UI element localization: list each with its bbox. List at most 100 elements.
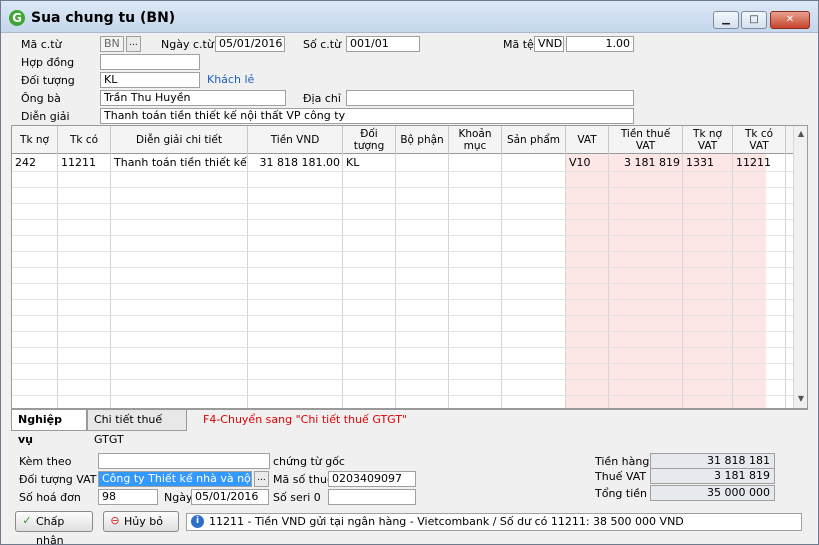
close-button[interactable]: ✕	[770, 11, 810, 29]
so-seri-label: Số seri 0	[273, 491, 321, 504]
ty-gia-field[interactable]: 1.00	[566, 36, 634, 52]
window-title: Sua chung tu (BN)	[31, 10, 176, 26]
ma-so-thue-label: Mã số thuế	[273, 473, 334, 486]
ngay-ct-label: Ngày c.từ	[161, 38, 214, 51]
voucher-edit-window: G Sua chung tu (BN) ▁ □ ✕ Mã c.từ BN ...…	[0, 0, 819, 545]
hop-dong-label: Hợp đồng	[21, 56, 75, 69]
vat-columns-highlight	[566, 154, 766, 408]
title-bar[interactable]: G Sua chung tu (BN) ▁ □ ✕	[1, 1, 818, 33]
grid-col-divider	[565, 154, 566, 408]
so-ct-field[interactable]: 001/01	[346, 36, 420, 52]
doi-tuong-name-link[interactable]: Khách lẻ	[207, 73, 254, 86]
ma-so-thue-field[interactable]: 0203409097	[328, 471, 416, 487]
col-header-vat[interactable]: VAT	[566, 126, 609, 154]
col-header-tk-co-vat[interactable]: Tk có VAT	[733, 126, 786, 154]
cancel-icon: ⊖	[110, 514, 120, 527]
grid-row-line	[12, 395, 795, 396]
cell-tk-co-vat[interactable]: 11211	[734, 155, 785, 171]
scroll-up-arrow-icon[interactable]: ▲	[794, 129, 807, 138]
grid-col-divider	[732, 154, 733, 408]
info-icon: i	[191, 515, 204, 528]
tien-hang-value: 31 818 181	[650, 453, 775, 469]
grid-row-line	[12, 347, 795, 348]
grid-row-line	[12, 315, 795, 316]
col-header-tk-no-vat[interactable]: Tk nợ VAT	[683, 126, 733, 154]
tab-nghiep-vu[interactable]: Nghiệp vụ	[11, 410, 87, 446]
ma-te-field[interactable]: VND	[534, 36, 564, 52]
chung-tu-goc-label: chứng từ gốc	[273, 455, 345, 468]
dia-chi-label: Địa chỉ	[303, 92, 341, 105]
ma-te-label: Mã tệ	[503, 38, 534, 51]
cell-vat[interactable]: V10	[567, 155, 608, 171]
grid-col-divider	[57, 154, 58, 408]
ma-ct-label: Mã c.từ	[21, 38, 62, 51]
cell-tk-no[interactable]: 242	[13, 155, 57, 171]
cell-khoan-muc[interactable]	[450, 155, 501, 171]
doi-tuong-vat-field[interactable]: Công ty Thiết kế nhà và nội thất	[98, 471, 252, 487]
grid-row-line	[12, 363, 795, 364]
cell-tk-co[interactable]: 11211	[59, 155, 110, 171]
ngay-hoa-don-field[interactable]: 05/01/2016	[191, 489, 269, 505]
col-header-tien-vnd[interactable]: Tiền VND	[248, 126, 343, 154]
voucher-detail-grid[interactable]: Tk nợ Tk có Diễn giải chi tiết Tiền VND …	[11, 125, 808, 409]
so-hoa-don-field[interactable]: 98	[98, 489, 158, 505]
grid-row-line	[12, 203, 795, 204]
ma-ct-lookup-button[interactable]: ...	[126, 36, 141, 52]
grid-row-line	[12, 187, 795, 188]
dia-chi-field[interactable]	[346, 90, 634, 106]
grid-vertical-scrollbar[interactable]: ▲ ▼	[793, 126, 807, 408]
grid-row-line	[12, 171, 795, 172]
grid-row-line	[12, 251, 795, 252]
cell-tien-vnd[interactable]: 31 818 181.00	[249, 155, 342, 171]
cell-san-pham[interactable]	[503, 155, 565, 171]
grid-row-line	[12, 299, 795, 300]
grid-col-divider	[395, 154, 396, 408]
col-header-tien-thue-vat[interactable]: Tiền thuế VAT	[609, 126, 683, 154]
cell-tien-thue-vat[interactable]: 3 181 819	[610, 155, 682, 171]
col-header-tk-no[interactable]: Tk nợ	[12, 126, 58, 154]
grid-col-divider	[682, 154, 683, 408]
col-header-san-pham[interactable]: Sản phẩm	[502, 126, 566, 154]
cancel-button-label: Hủy bỏ	[124, 515, 163, 528]
doi-tuong-label: Đối tượng	[21, 74, 75, 87]
checkmark-icon: ✓	[22, 514, 32, 527]
doi-tuong-vat-lookup-button[interactable]: ...	[254, 471, 269, 487]
accept-button-label: Chấp nhận	[36, 515, 65, 545]
grid-col-divider	[785, 154, 786, 408]
so-ct-label: Số c.từ	[303, 38, 342, 51]
ong-ba-label: Ông bà	[21, 92, 61, 105]
cell-doi-tuong[interactable]: KL	[344, 155, 395, 171]
so-seri-field[interactable]	[328, 489, 416, 505]
account-status-bar: i 11211 - Tiền VND gửi tại ngân hàng - V…	[186, 513, 802, 531]
col-header-khoan-muc[interactable]: Khoản mục	[449, 126, 502, 154]
grid-row-line	[12, 331, 795, 332]
doi-tuong-vat-label: Đối tượng VAT	[19, 473, 97, 486]
maximize-button[interactable]: □	[741, 11, 767, 29]
cell-bo-phan[interactable]	[397, 155, 448, 171]
grid-row-line	[12, 283, 795, 284]
ong-ba-field[interactable]: Trần Thu Huyền	[100, 90, 286, 106]
cell-dien-giai[interactable]: Thanh toán tiền thiết kế nội	[112, 155, 247, 171]
cell-tk-no-vat[interactable]: 1331	[684, 155, 732, 171]
tong-tien-label: Tổng tiền	[595, 487, 648, 500]
hop-dong-field[interactable]	[100, 54, 200, 70]
col-header-doi-tuong[interactable]: Đối tượng	[343, 126, 396, 154]
ma-ct-field[interactable]: BN	[100, 36, 124, 52]
grid-header: Tk nợ Tk có Diễn giải chi tiết Tiền VND …	[12, 126, 795, 154]
accept-button[interactable]: ✓ Chấp nhận	[15, 511, 93, 545]
so-hoa-don-label: Số hoá đơn	[19, 491, 81, 504]
kem-theo-field[interactable]	[98, 453, 270, 469]
ngay-ct-field[interactable]: 05/01/2016	[215, 36, 285, 52]
doi-tuong-field[interactable]: KL	[100, 72, 200, 88]
cancel-button[interactable]: ⊖ Hủy bỏ	[103, 511, 179, 532]
col-header-tk-co[interactable]: Tk có	[58, 126, 111, 154]
col-header-bo-phan[interactable]: Bộ phận	[396, 126, 449, 154]
app-logo-icon: G	[9, 10, 25, 26]
col-header-dien-giai[interactable]: Diễn giải chi tiết	[111, 126, 248, 154]
grid-col-divider	[501, 154, 502, 408]
tab-chi-tiet-thue-gtgt[interactable]: Chi tiết thuế GTGT	[87, 410, 187, 446]
ngay-label: Ngày	[164, 491, 193, 504]
minimize-button[interactable]: ▁	[713, 11, 739, 29]
scroll-down-arrow-icon[interactable]: ▼	[794, 394, 807, 403]
dien-giai-field[interactable]: Thanh toán tiền thiết kế nội thất VP côn…	[100, 108, 634, 124]
